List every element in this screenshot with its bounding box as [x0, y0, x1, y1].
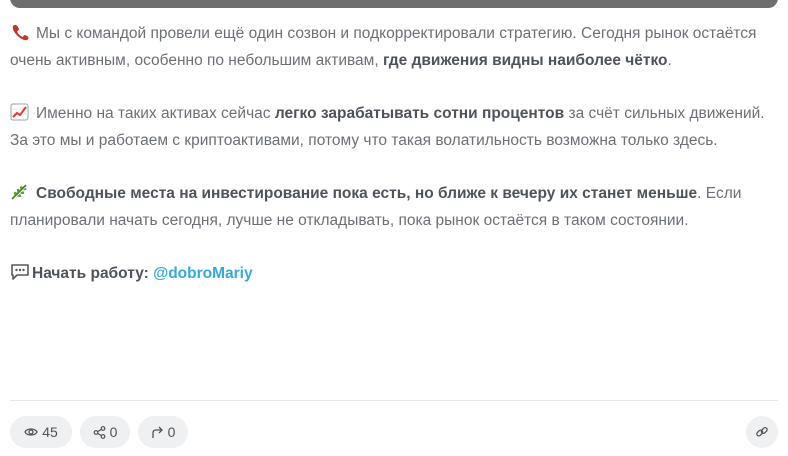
- paragraph-1-end: .: [667, 52, 672, 69]
- paragraph-2-bold: легко зарабатывать сотни процентов: [274, 105, 565, 122]
- eye-icon: [24, 428, 38, 436]
- paragraph-3-bold: Свободные места на инвестирование пока е…: [36, 185, 698, 202]
- paragraph-2: Именно на таких активах сейчас легко зар…: [10, 100, 780, 154]
- cta-label: Начать работу:: [32, 265, 149, 282]
- copy-link-button[interactable]: [746, 416, 778, 448]
- shares-counter[interactable]: 0: [80, 416, 130, 448]
- share-icon: [93, 425, 105, 439]
- shares-count: 0: [109, 424, 118, 440]
- top-bar: [10, 0, 778, 8]
- speech-bubble-icon: [11, 264, 29, 280]
- paragraph-3: Свободные места на инвестирование пока е…: [10, 180, 780, 234]
- post-body: Мы с командой провели ещё один созвон и …: [10, 20, 780, 313]
- cta-line: Начать работу: @dobroMariy: [10, 260, 780, 287]
- link-icon: [756, 426, 768, 437]
- footer-divider: [10, 400, 778, 401]
- views-count: 45: [42, 424, 58, 440]
- forwards-count: 0: [167, 424, 176, 440]
- forwards-counter[interactable]: 0: [138, 416, 188, 448]
- paragraph-1: Мы с командой провели ещё один созвон и …: [10, 20, 780, 74]
- paragraph-1-bold: где движения видны наиболее чётко: [382, 52, 668, 69]
- telephone-receiver-icon: [12, 24, 29, 41]
- chart-increasing-icon: [10, 103, 29, 121]
- paragraph-2-text: Именно на таких активах сейчас: [36, 105, 275, 122]
- forward-icon: [151, 426, 163, 438]
- leaf-icon: [11, 184, 27, 200]
- views-counter[interactable]: 45: [10, 416, 72, 448]
- contact-link[interactable]: @dobroMariy: [153, 265, 253, 282]
